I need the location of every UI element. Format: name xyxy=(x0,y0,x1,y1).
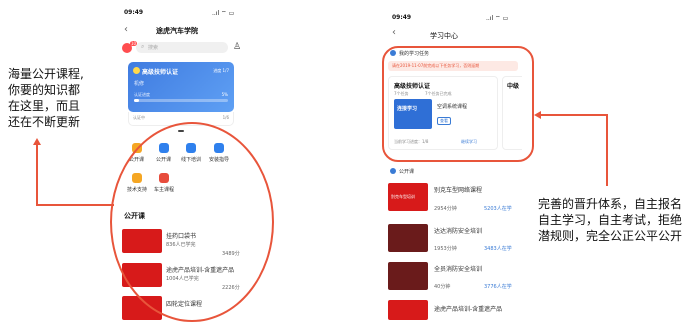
card-status: 进度 1/7 xyxy=(213,68,229,73)
profile-icon[interactable]: ♙ xyxy=(233,42,241,52)
card-progress-track xyxy=(134,99,228,102)
course-duration: 40分钟 xyxy=(434,284,451,290)
right-annotation-line-2: 自主学习，自主考试，拒绝 xyxy=(538,213,683,227)
course-title[interactable]: 途虎产品培训-含重遮产品 xyxy=(434,304,502,313)
course-thumbnail[interactable]: 别克车型培训 xyxy=(388,183,428,211)
course-thumbnail-text: 别克车型培训 xyxy=(391,194,415,199)
course-thumbnail[interactable] xyxy=(388,224,428,252)
search-icon: ⌕ xyxy=(141,43,145,50)
right-annotation: 完善的晋升体系，自主报名 自主学习，自主考试，拒绝 潜规则，完全公正公平公开 xyxy=(538,196,682,244)
course-learners: 3483人在学 xyxy=(484,246,512,252)
page-title: 学习中心 xyxy=(430,32,458,40)
course-thumbnail[interactable] xyxy=(388,262,428,290)
left-connector-vertical xyxy=(36,144,38,206)
right-connector-arrowhead xyxy=(534,111,541,119)
back-button[interactable]: ‹ xyxy=(124,24,128,35)
search-placeholder: 搜索 xyxy=(148,45,159,51)
medal-icon xyxy=(133,67,140,74)
highlight-circle xyxy=(110,122,274,322)
right-annotation-line-1: 完善的晋升体系，自主报名 xyxy=(538,197,683,211)
left-connector-horizontal xyxy=(36,204,114,206)
course-title[interactable]: 别克车型网络课程 xyxy=(434,185,482,194)
course-duration: 1953分钟 xyxy=(434,246,457,252)
left-annotation-line-4: 还在不断更新 xyxy=(8,115,81,129)
status-time: 09:49 xyxy=(124,9,144,16)
search-input[interactable]: ⌕ 搜索 xyxy=(136,42,228,53)
certification-card[interactable]: 高级技师认证 进度 1/7 机修 认证进度 5% xyxy=(128,62,234,112)
left-annotation: 海量公开课程, 你要的知识都 在这里，而且 还在不断更新 xyxy=(8,66,84,130)
page-title: 途虎汽车学院 xyxy=(156,27,198,35)
section-title: 公开课 xyxy=(399,169,415,175)
course-duration: 2954分钟 xyxy=(434,206,457,212)
course-title[interactable]: 全员消防安全培训 xyxy=(434,264,482,273)
card-title: 高级技师认证 xyxy=(142,69,179,76)
status-icons: ..ıl ⌔ ▭ xyxy=(212,10,235,17)
right-connector-horizontal xyxy=(540,114,608,116)
right-connector-vertical xyxy=(606,114,608,186)
public-course-section-icon xyxy=(390,168,396,174)
left-annotation-line-2: 你要的知识都 xyxy=(8,83,81,97)
course-learners: 3776人在学 xyxy=(484,284,512,290)
card-progress-text: 5% xyxy=(221,92,228,97)
back-button[interactable]: ‹ xyxy=(392,27,396,38)
card-progress-fill xyxy=(134,99,139,102)
card-footer-left: 认证中 xyxy=(133,115,145,120)
status-icons: ..ıl ⌔ ▭ xyxy=(486,15,509,22)
left-annotation-line-1: 海量公开课程, xyxy=(8,67,84,81)
card-footer-right: 1/6 xyxy=(222,115,229,120)
card-subtitle: 机修 xyxy=(134,81,145,87)
status-time: 09:49 xyxy=(392,14,412,21)
highlight-box xyxy=(382,46,534,162)
course-learners: 5203人在学 xyxy=(484,206,512,212)
course-title[interactable]: 达达消防安全培训 xyxy=(434,226,482,235)
course-thumbnail[interactable] xyxy=(388,300,428,320)
card-progress-label: 认证进度 xyxy=(134,92,150,97)
left-annotation-line-3: 在这里，而且 xyxy=(8,99,81,113)
right-annotation-line-3: 潜规则，完全公正公平公开 xyxy=(538,229,683,243)
